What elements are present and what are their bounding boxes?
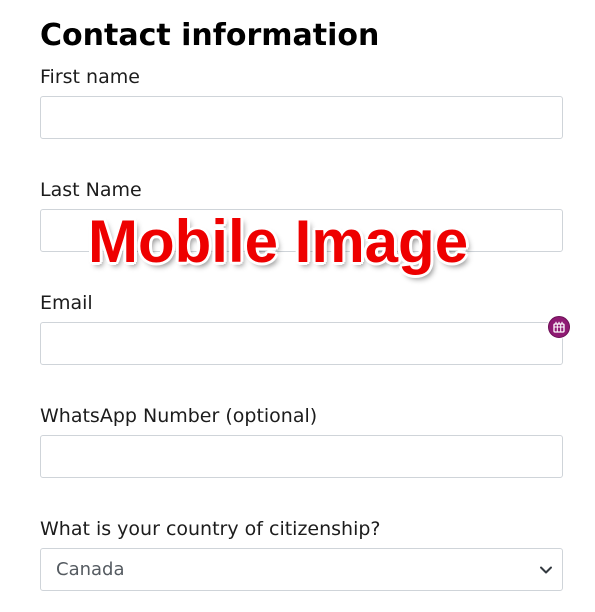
- whatsapp-label: WhatsApp Number (optional): [40, 405, 318, 427]
- last-name-input[interactable]: [40, 209, 563, 252]
- first-name-input[interactable]: [40, 96, 563, 139]
- last-name-label: Last Name: [40, 179, 142, 201]
- grid-icon: [553, 321, 565, 333]
- page-title: Contact information: [40, 18, 380, 53]
- chevron-down-icon: [540, 566, 552, 574]
- email-label: Email: [40, 292, 93, 314]
- email-input[interactable]: [40, 322, 563, 365]
- citizenship-selected-value: Canada: [56, 559, 125, 580]
- citizenship-label: What is your country of citizenship?: [40, 518, 381, 540]
- whatsapp-input[interactable]: [40, 435, 563, 478]
- citizenship-select[interactable]: Canada: [40, 548, 563, 591]
- first-name-label: First name: [40, 66, 140, 88]
- password-manager-grid-icon[interactable]: [548, 316, 570, 338]
